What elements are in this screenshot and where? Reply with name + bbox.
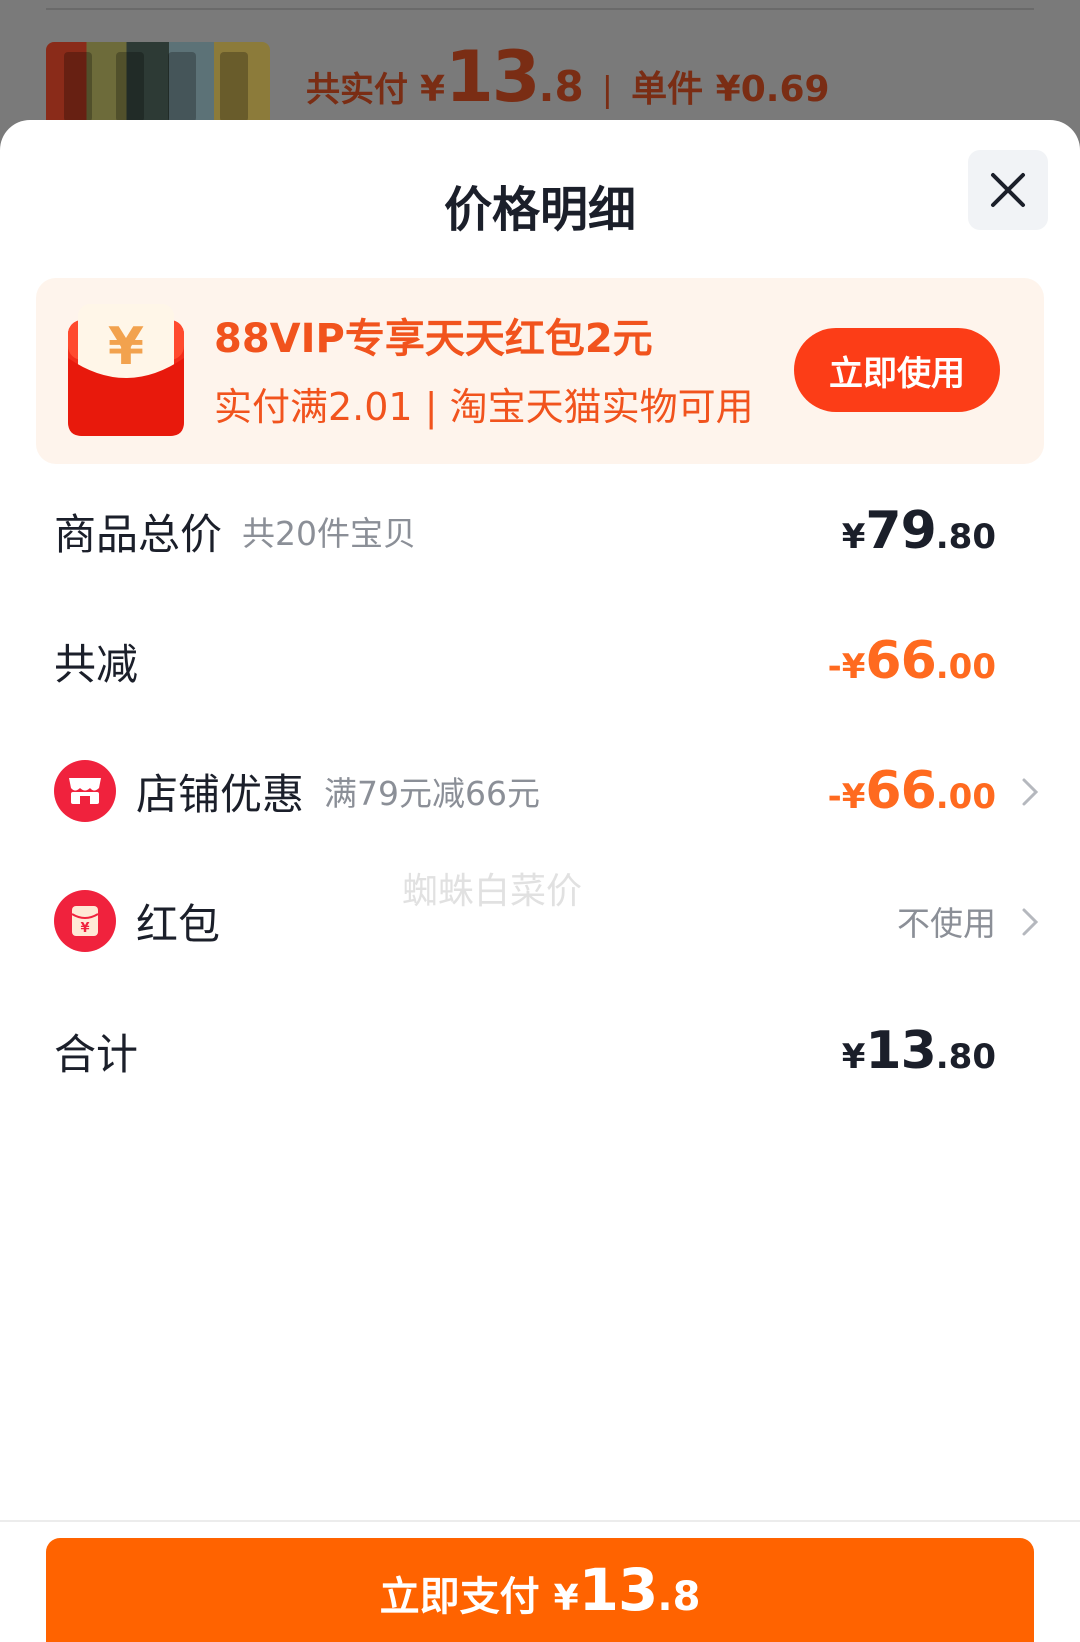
goods-total-decimal: .80: [935, 517, 996, 557]
red-packet-small-icon: ¥: [54, 890, 116, 952]
goods-total-row: 商品总价 共20件宝贝 ¥ 79 .80: [54, 486, 1040, 576]
close-button[interactable]: [968, 150, 1048, 230]
background-divider: [46, 8, 1034, 10]
bottom-divider: [0, 1520, 1080, 1522]
pay-button-label: 立即支付: [379, 1574, 540, 1620]
store-discount-decimal: .00: [935, 777, 996, 817]
vip-red-packet-banner: ¥ 88VIP专享天天红包2元 实付满2.01 | 淘宝天猫实物可用 立即使用: [36, 278, 1044, 464]
background-price-summary: 共实付 ¥ 13 .8 | 单件 ¥0.69: [306, 36, 830, 118]
product-thumbnail: [46, 42, 270, 128]
use-now-button[interactable]: 立即使用: [794, 328, 1000, 412]
pay-button-currency: ¥: [553, 1578, 579, 1619]
red-packet-label: 红包: [136, 899, 221, 949]
goods-total-integer: 79: [865, 501, 936, 561]
watermark: 蜘蛛白菜价: [402, 871, 583, 912]
total-paid-label: 共实付: [306, 70, 408, 110]
sum-decimal: .80: [935, 1037, 996, 1077]
store-discount-currency: -¥: [827, 777, 866, 817]
total-discount-decimal: .00: [935, 647, 996, 687]
vip-banner-title: 88VIP专享天天红包2元: [214, 316, 653, 362]
pay-button-decimal: .8: [657, 1574, 701, 1620]
svg-text:¥: ¥: [108, 317, 144, 377]
store-discount-amount: -¥ 66 .00: [828, 761, 996, 821]
goods-count: 共20件宝贝: [242, 514, 417, 553]
total-discount-label: 共减: [54, 639, 139, 689]
sum-label: 合计: [54, 1029, 139, 1079]
sum-amount: ¥ 13 .80: [842, 1021, 996, 1081]
vip-banner-subtitle: 实付满2.01 | 淘宝天猫实物可用: [214, 385, 754, 429]
total-decimal: .8: [538, 62, 584, 111]
store-discount-row[interactable]: 店铺优惠 满79元减66元 -¥ 66 .00: [54, 746, 1040, 836]
store-discount-rule: 满79元减66元: [324, 774, 540, 813]
chevron-right-icon: [1022, 908, 1039, 936]
unit-price: 单件 ¥0.69: [631, 69, 830, 110]
goods-total-amount: ¥ 79 .80: [842, 501, 996, 561]
chevron-right-icon: [1022, 778, 1039, 806]
red-packet-value: 不使用: [897, 904, 996, 943]
store-discount-integer: 66: [865, 761, 936, 821]
price-detail-sheet: 价格明细 ¥ 88VIP专享天天红包2元 实付满2.01 | 淘宝天猫实物可用 …: [0, 120, 1080, 1642]
total-discount-amount: -¥ 66 .00: [828, 631, 996, 691]
sum-row: 合计 ¥ 13 .80: [54, 1006, 1040, 1096]
sum-currency: ¥: [841, 1037, 866, 1077]
total-currency: ¥: [420, 69, 446, 110]
price-separator: |: [601, 70, 614, 110]
red-packet-icon: ¥: [68, 304, 184, 436]
goods-total-currency: ¥: [841, 517, 866, 557]
close-icon: [991, 173, 1025, 207]
store-discount-label: 店铺优惠: [136, 769, 305, 819]
sum-integer: 13: [865, 1021, 936, 1081]
goods-total-label: 商品总价: [54, 509, 223, 559]
total-discount-integer: 66: [865, 631, 936, 691]
svg-text:¥: ¥: [80, 921, 89, 936]
store-icon: [54, 760, 116, 822]
total-discount-currency: -¥: [827, 647, 866, 687]
pay-button-integer: 13: [578, 1556, 659, 1624]
pay-now-button[interactable]: 立即支付 ¥ 13 .8: [46, 1538, 1034, 1642]
sheet-title: 价格明细: [443, 182, 636, 238]
total-integer: 13: [445, 36, 540, 118]
total-discount-row: 共减 -¥ 66 .00: [54, 616, 1040, 706]
